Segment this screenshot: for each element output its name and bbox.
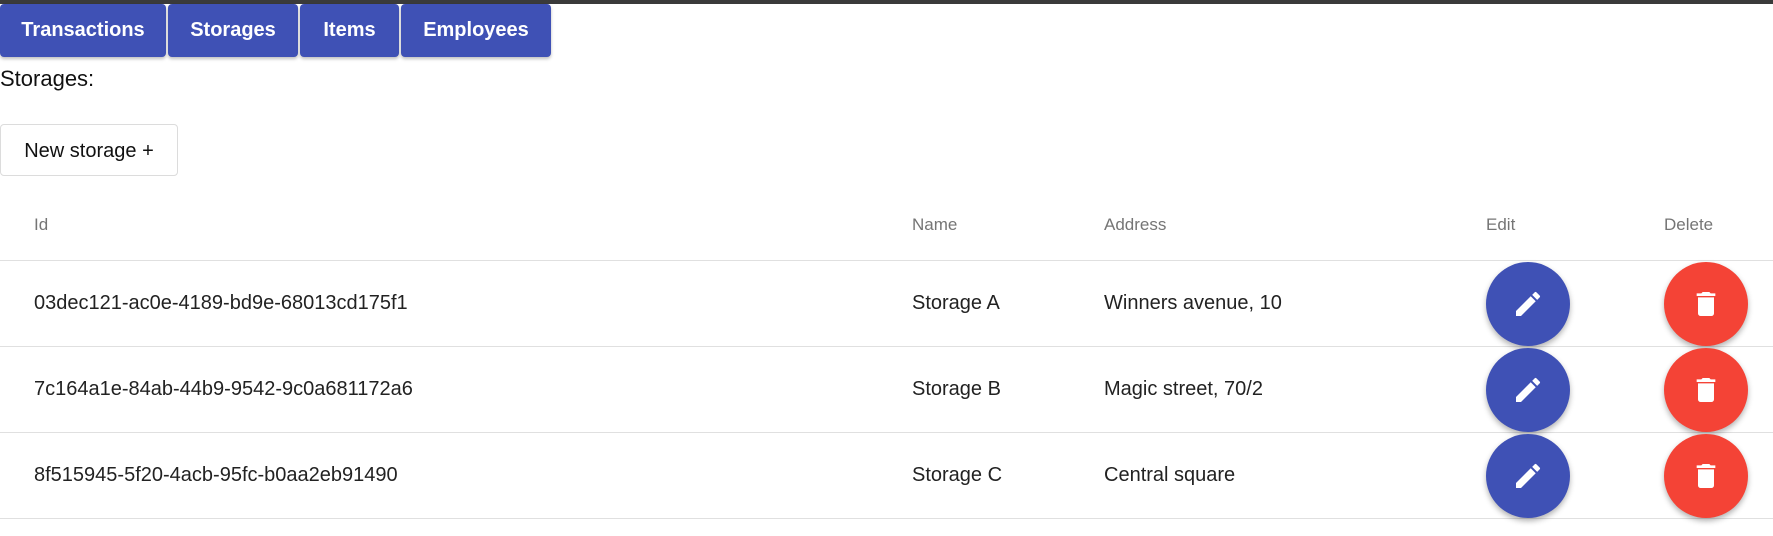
- cell-id: 03dec121-ac0e-4189-bd9e-68013cd175f1: [34, 292, 408, 314]
- table-header-row: Id Name Address Edit Delete: [0, 190, 1773, 261]
- edit-cell: [1486, 261, 1570, 346]
- cell-address: Winners avenue, 10: [1104, 292, 1282, 314]
- pencil-icon: [1516, 463, 1541, 488]
- nav-items-button[interactable]: Items: [300, 4, 399, 57]
- edit-button[interactable]: [1486, 347, 1570, 432]
- cell-address: Central square: [1104, 464, 1236, 486]
- delete-cell: [1664, 261, 1748, 346]
- header-name: Name: [912, 215, 958, 234]
- pencil-icon: [1516, 291, 1541, 316]
- header-address: Address: [1104, 215, 1167, 234]
- cell-name: Storage C: [912, 464, 1003, 486]
- header-edit: Edit: [1486, 215, 1516, 234]
- delete-button[interactable]: [1664, 433, 1748, 518]
- delete-cell: [1664, 433, 1748, 518]
- edit-cell: [1486, 433, 1570, 518]
- cell-id: 7c164a1e-84ab-44b9-9542-9c0a681172a6: [34, 378, 413, 400]
- cell-name: Storage A: [912, 292, 1000, 314]
- edit-button[interactable]: [1486, 433, 1570, 518]
- table-row: 03dec121-ac0e-4189-bd9e-68013cd175f1 Sto…: [0, 261, 1773, 347]
- cell-address: Magic street, 70/2: [1104, 378, 1263, 400]
- trash-icon: [1696, 377, 1716, 402]
- header-delete: Delete: [1664, 215, 1714, 234]
- delete-button[interactable]: [1664, 261, 1748, 346]
- nav-employees-button[interactable]: Employees: [401, 4, 551, 57]
- delete-button[interactable]: [1664, 347, 1748, 432]
- trash-icon: [1696, 291, 1716, 316]
- top-nav: Transactions Storages Items Employees: [0, 4, 551, 57]
- table-row: 7c164a1e-84ab-44b9-9542-9c0a681172a6 Sto…: [0, 347, 1773, 433]
- nav-storages-button[interactable]: Storages: [168, 4, 298, 57]
- table-row: 8f515945-5f20-4acb-95fc-b0aa2eb91490 Sto…: [0, 433, 1773, 519]
- pencil-icon: [1516, 377, 1541, 402]
- storages-table: Id Name Address Edit Delete 03dec121-ac0…: [0, 190, 1773, 519]
- page-title: Storages:: [0, 66, 95, 91]
- header-id: Id: [34, 215, 49, 234]
- trash-icon: [1696, 463, 1716, 488]
- delete-cell: [1664, 347, 1748, 432]
- cell-name: Storage B: [912, 378, 1001, 400]
- new-storage-button[interactable]: New storage +: [0, 124, 178, 176]
- edit-button[interactable]: [1486, 261, 1570, 346]
- cell-id: 8f515945-5f20-4acb-95fc-b0aa2eb91490: [34, 464, 398, 486]
- edit-cell: [1486, 347, 1570, 432]
- nav-transactions-button[interactable]: Transactions: [0, 4, 166, 57]
